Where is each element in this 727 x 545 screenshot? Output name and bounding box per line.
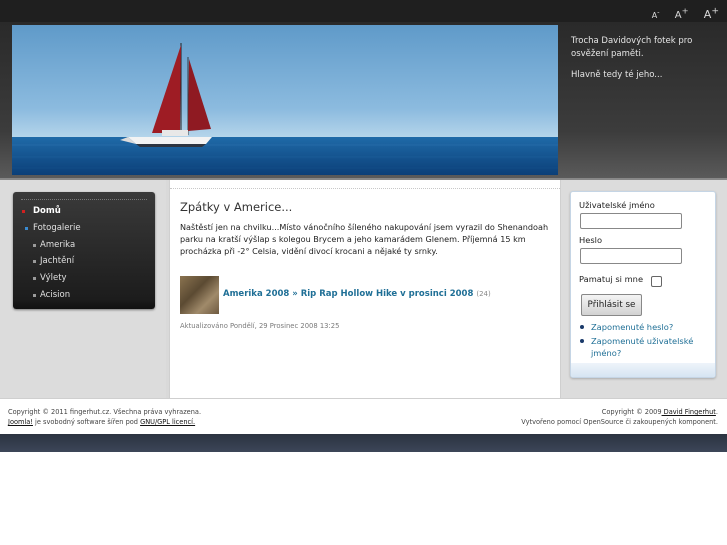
menu-bullet-icon [33, 277, 36, 281]
top-bar: A- A+ A+ [0, 0, 727, 23]
menu-item-jachteni[interactable]: Jachtění [13, 253, 155, 270]
menu-item-domu[interactable]: Domů [13, 203, 155, 220]
footer-license-text: je svobodný software šířen pod [32, 418, 141, 426]
menu-item-vylety[interactable]: Výlety [13, 270, 155, 287]
footer-left: Copyright © 2011 fingerhut.cz. Všechna p… [8, 407, 201, 427]
forgot-password-text[interactable]: Zapomenuté heslo? [591, 322, 673, 332]
menu-bullet-icon [33, 260, 36, 264]
menu-item-label: Výlety [40, 273, 67, 284]
login-button[interactable]: Přihlásit se [581, 294, 642, 316]
font-decrease-button[interactable]: A- [646, 8, 660, 20]
remember-me-checkbox[interactable] [651, 276, 662, 287]
menu-item-label: Acision [40, 289, 71, 300]
gpl-license-link[interactable]: GNU/GPL licencí. [140, 418, 195, 426]
tagline-line-1: Trocha Davidových fotek pro osvěžení pam… [571, 36, 693, 59]
footer-author-line: Copyright © 2009 David Fingerhut. [521, 407, 718, 417]
gallery-link[interactable]: Amerika 2008 » Rip Rap Hollow Hike v pro… [223, 289, 491, 299]
footer-copyright: Copyright © 2011 fingerhut.cz. Všechna p… [8, 408, 202, 416]
joomla-link[interactable]: Joomla! [8, 418, 33, 426]
footer-license-line: Joomla! je svobodný software šířen pod G… [8, 417, 201, 427]
footer-right: Copyright © 2009 David Fingerhut. Vytvoř… [521, 407, 718, 427]
right-column: Uživatelské jméno Heslo Pamatuj si mne P… [561, 180, 727, 400]
footer-credits: Vytvořeno pomocí OpenSource či zakoupený… [521, 418, 718, 426]
gallery-photo-count: (24) [476, 290, 491, 298]
article-title: Zpátky v Americe... [180, 200, 293, 214]
gallery-thumbnail[interactable] [180, 276, 219, 314]
author-link[interactable]: David Fingerhut [662, 408, 716, 416]
main-content: Zpátky v Americe... Naštěstí jen na chvi… [169, 180, 561, 400]
password-label: Heslo [579, 235, 603, 245]
sailboat-image [12, 25, 558, 175]
menu-item-label: Amerika [40, 239, 76, 250]
bullet-icon [580, 325, 584, 329]
body-wrapper: Domů Fotogalerie Amerika Jachtění Výlety [0, 178, 727, 400]
left-column: Domů Fotogalerie Amerika Jachtění Výlety [0, 180, 166, 400]
login-form: Uživatelské jméno Heslo Pamatuj si mne P… [570, 191, 716, 378]
site-header: Trocha Davidových fotek pro osvěžení pam… [0, 22, 727, 178]
password-input[interactable] [580, 248, 682, 264]
menu-item-label: Jachtění [40, 256, 75, 267]
footer-right-copyright: Copyright © 2009 [601, 408, 662, 416]
menu-bullet-icon [25, 226, 28, 230]
footer-bottom-band [0, 434, 727, 452]
forgot-password-link[interactable]: Zapomenuté heslo? [579, 321, 711, 334]
content-divider [170, 188, 560, 189]
article-updated-date: Aktualizováno Pondělí, 29 Prosinec 2008 … [180, 322, 340, 330]
menu-item-fotogalerie[interactable]: Fotogalerie [13, 220, 155, 237]
menu-item-acision[interactable]: Acision [13, 287, 155, 304]
gallery-link-text[interactable]: Amerika 2008 » Rip Rap Hollow Hike v pro… [223, 289, 473, 299]
remember-me-label: Pamatuj si mne [579, 274, 644, 284]
menu-item-label: Fotogalerie [33, 222, 81, 233]
main-menu: Domů Fotogalerie Amerika Jachtění Výlety [13, 192, 155, 309]
header-tagline: Trocha Davidových fotek pro osvěžení pam… [571, 35, 719, 90]
site-footer: Copyright © 2011 fingerhut.cz. Všechna p… [0, 398, 727, 435]
menu-bullet-icon [22, 210, 25, 213]
username-input[interactable] [580, 213, 682, 229]
menu-bullet-icon [33, 293, 36, 297]
forgot-username-text[interactable]: Zapomenuté uživatelské jméno? [591, 336, 693, 359]
font-increase-button[interactable]: A+ [698, 5, 719, 21]
article-body: Naštěstí jen na chvilku...Místo vánočníh… [180, 222, 549, 257]
menu-bullet-icon [33, 243, 36, 247]
menu-divider [21, 199, 147, 200]
header-photo [12, 25, 558, 175]
footer-period: . [715, 408, 718, 416]
username-label: Uživatelské jméno [579, 200, 655, 210]
tagline-line-2: Hlavně tedy té jeho... [571, 70, 663, 80]
login-links: Zapomenuté heslo? Zapomenuté uživatelské… [579, 321, 711, 361]
login-box-footer [571, 363, 715, 377]
font-size-controls: A- A+ A+ [640, 5, 719, 21]
font-reset-button[interactable]: A+ [669, 5, 689, 20]
menu-item-amerika[interactable]: Amerika [13, 237, 155, 254]
menu-item-label: Domů [33, 206, 61, 216]
forgot-username-link[interactable]: Zapomenuté uživatelské jméno? [579, 335, 711, 360]
bullet-icon [580, 338, 584, 343]
